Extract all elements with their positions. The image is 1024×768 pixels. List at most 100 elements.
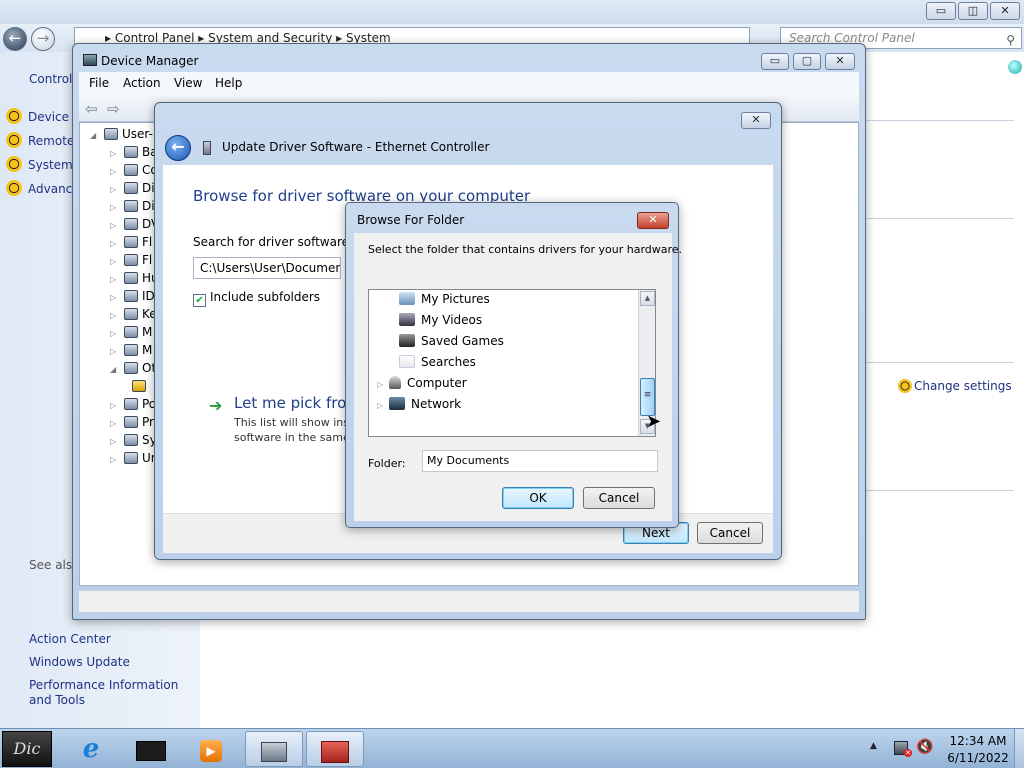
minimize-button[interactable]: ▭ bbox=[761, 53, 789, 70]
expand-arrow-icon[interactable]: ▷ bbox=[110, 239, 120, 248]
change-settings-link[interactable]: Change settings bbox=[898, 379, 1012, 393]
tree-item[interactable]: ▷ M bbox=[110, 343, 152, 357]
system-taskbar-button[interactable] bbox=[245, 731, 303, 767]
expand-arrow-icon[interactable]: ▷ bbox=[110, 401, 120, 410]
start-button[interactable]: Dic bbox=[2, 731, 52, 767]
task-advanced-settings[interactable]: Advanc bbox=[6, 180, 72, 196]
menu-view[interactable]: View bbox=[174, 76, 202, 90]
device-manager-taskbar-button[interactable] bbox=[306, 731, 364, 767]
tree-item[interactable]: ▷ Di bbox=[110, 181, 155, 195]
maximize-button[interactable]: ▢ bbox=[793, 53, 821, 70]
folder-item-searches[interactable]: Searches bbox=[399, 355, 476, 369]
close-button[interactable]: ✕ bbox=[825, 53, 855, 70]
folder-item-network[interactable]: ▷ Network bbox=[377, 397, 461, 411]
volume-muted-icon[interactable]: 🔇 bbox=[916, 739, 933, 755]
tree-item[interactable]: ▷ Ba bbox=[110, 145, 158, 159]
tree-item[interactable]: ▷ Po bbox=[110, 397, 156, 411]
expand-arrow-icon[interactable]: ▷ bbox=[110, 257, 120, 266]
tree-item[interactable]: ▷ Pr bbox=[110, 415, 154, 429]
expand-arrow-icon[interactable]: ▷ bbox=[377, 380, 387, 389]
windows-update-link[interactable]: Windows Update bbox=[29, 655, 199, 670]
driver-path-input[interactable]: C:\Users\User\Documents bbox=[193, 257, 341, 279]
tree-item[interactable]: ▷ Fl bbox=[110, 253, 152, 267]
close-button[interactable]: ✕ bbox=[990, 2, 1020, 20]
back-arrow-icon[interactable]: ⇦ bbox=[85, 100, 98, 118]
close-button[interactable]: ✕ bbox=[741, 112, 771, 129]
help-icon[interactable] bbox=[1008, 60, 1022, 74]
tree-item[interactable]: ▷ Co bbox=[110, 163, 158, 177]
videos-icon bbox=[399, 313, 415, 326]
tree-item-ethernet-controller[interactable] bbox=[128, 379, 150, 393]
expand-arrow-icon[interactable]: ▷ bbox=[110, 419, 120, 428]
expand-arrow-icon[interactable]: ▷ bbox=[110, 293, 120, 302]
include-subfolders-checkbox[interactable]: ✔ Include subfolders bbox=[193, 290, 320, 307]
expand-arrow-icon[interactable]: ▷ bbox=[110, 275, 120, 284]
folder-item-my-videos[interactable]: My Videos bbox=[399, 313, 482, 327]
task-remote-settings[interactable]: Remote bbox=[6, 132, 74, 148]
tree-item[interactable]: ▷ M bbox=[110, 325, 152, 339]
tree-item[interactable]: ▷ Hu bbox=[110, 271, 159, 285]
minimize-button[interactable]: ▭ bbox=[926, 2, 956, 20]
scroll-up-arrow-icon[interactable]: ▲ bbox=[640, 291, 655, 306]
media-center-taskbar-button[interactable] bbox=[122, 731, 180, 767]
menu-file[interactable]: File bbox=[89, 76, 109, 90]
close-button[interactable]: ✕ bbox=[637, 212, 669, 229]
restore-button[interactable]: ◫ bbox=[958, 2, 988, 20]
tree-item[interactable]: ▷ Ur bbox=[110, 451, 156, 465]
tree-item[interactable]: ▷ Fl bbox=[110, 235, 152, 249]
folder-label: My Pictures bbox=[421, 292, 490, 306]
folder-tree[interactable]: My Pictures My Videos Saved Games Search… bbox=[368, 289, 656, 437]
task-label: System bbox=[28, 158, 73, 172]
tree-item[interactable]: ▷ DV bbox=[110, 217, 159, 231]
tree-item[interactable]: ▷ ID bbox=[110, 289, 155, 303]
pick-from-list-link[interactable]: Let me pick from bbox=[234, 394, 361, 412]
forward-button[interactable]: → bbox=[31, 27, 55, 51]
expand-arrow-icon[interactable]: ▷ bbox=[110, 455, 120, 464]
internet-explorer-taskbar-button[interactable]: e bbox=[62, 731, 120, 767]
task-label: Advanc bbox=[28, 182, 73, 196]
expand-arrow-icon[interactable]: ▷ bbox=[377, 401, 387, 410]
expand-arrow-icon[interactable]: ▷ bbox=[110, 311, 120, 320]
show-desktop-button[interactable] bbox=[1014, 729, 1024, 768]
expand-arrow-icon[interactable]: ▷ bbox=[110, 203, 120, 212]
show-hidden-icons-icon[interactable]: ▲ bbox=[870, 741, 877, 751]
menu-action[interactable]: Action bbox=[123, 76, 161, 90]
expand-arrow-icon[interactable]: ▷ bbox=[110, 167, 120, 176]
back-arrow-icon[interactable]: ← bbox=[165, 135, 191, 161]
action-center-link[interactable]: Action Center bbox=[29, 632, 199, 647]
tree-root[interactable]: ◢ User-I bbox=[90, 127, 156, 141]
system-tray: ▲ ✕ 🔇 12:34 AM 6/11/2022 bbox=[860, 729, 1024, 768]
expand-arrow-icon[interactable]: ▷ bbox=[110, 347, 120, 356]
task-system-protection[interactable]: System bbox=[6, 156, 73, 172]
tree-item[interactable]: ▷ Ke bbox=[110, 307, 157, 321]
expand-arrow-icon[interactable]: ▷ bbox=[110, 149, 120, 158]
back-button[interactable]: ← bbox=[3, 27, 27, 51]
cancel-button[interactable]: Cancel bbox=[697, 522, 763, 544]
checkbox-checked-icon[interactable]: ✔ bbox=[193, 294, 206, 307]
clock-date[interactable]: 6/11/2022 bbox=[946, 751, 1010, 765]
performance-info-link[interactable]: Performance Information and Tools bbox=[29, 678, 199, 708]
cancel-button[interactable]: Cancel bbox=[583, 487, 655, 509]
folder-item-computer[interactable]: ▷ Computer bbox=[377, 376, 467, 390]
expand-arrow-icon[interactable]: ▷ bbox=[110, 329, 120, 338]
folder-field[interactable]: My Documents bbox=[422, 450, 658, 472]
expand-arrow-icon[interactable]: ▷ bbox=[110, 185, 120, 194]
search-icon[interactable]: ⚲ bbox=[1006, 30, 1015, 50]
clock-time[interactable]: 12:34 AM bbox=[948, 734, 1008, 748]
folder-item-my-pictures[interactable]: My Pictures bbox=[399, 292, 490, 306]
pick-from-list-description: This list will show inst software in the… bbox=[234, 416, 354, 444]
ok-button[interactable]: OK bbox=[502, 487, 574, 509]
forward-arrow-icon[interactable]: ⇨ bbox=[107, 100, 120, 118]
tree-item[interactable]: ▷ Sy bbox=[110, 433, 157, 447]
menu-help[interactable]: Help bbox=[215, 76, 242, 90]
media-player-taskbar-button[interactable]: ▶ bbox=[182, 731, 240, 767]
tree-item[interactable]: ▷ Di bbox=[110, 199, 155, 213]
collapse-arrow-icon[interactable]: ◢ bbox=[110, 365, 120, 374]
tree-item-other-devices[interactable]: ◢ Ot bbox=[110, 361, 156, 375]
expand-arrow-icon[interactable]: ▷ bbox=[110, 437, 120, 446]
collapse-arrow-icon[interactable]: ◢ bbox=[90, 131, 100, 140]
tree-label: Di bbox=[142, 199, 155, 213]
folder-item-saved-games[interactable]: Saved Games bbox=[399, 334, 504, 348]
sidebar-title[interactable]: Control bbox=[29, 72, 72, 86]
expand-arrow-icon[interactable]: ▷ bbox=[110, 221, 120, 230]
